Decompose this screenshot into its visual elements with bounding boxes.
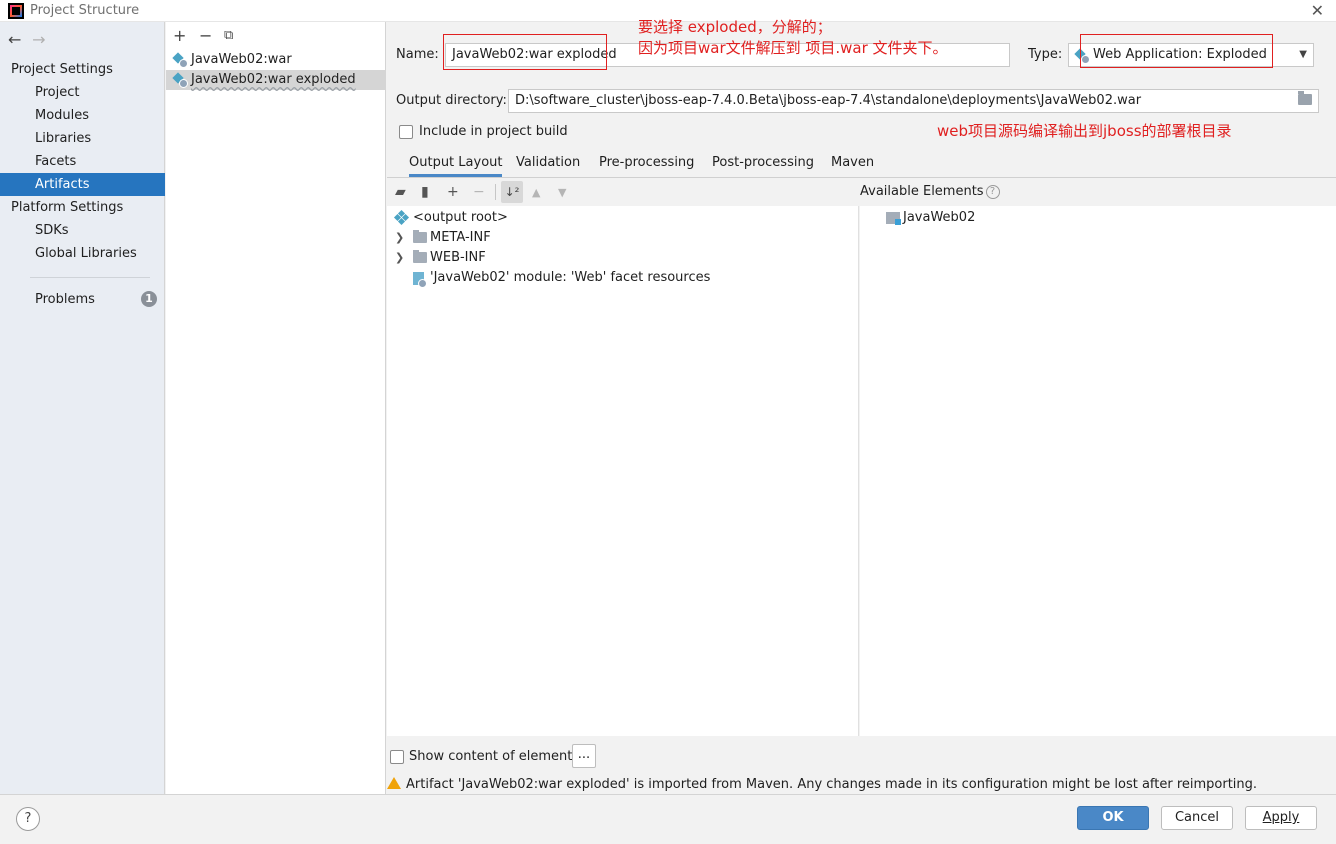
close-icon[interactable]: ✕	[1311, 1, 1324, 20]
window-title: Project Structure	[30, 3, 140, 18]
show-content-options-button[interactable]: ...	[572, 744, 596, 768]
remove-element-icon[interactable]: −	[473, 184, 485, 200]
sort-elements-icon[interactable]: ↓²	[501, 181, 523, 203]
ok-button[interactable]: OK	[1077, 806, 1149, 830]
move-up-icon[interactable]: ▲	[532, 186, 540, 199]
available-elements-label: Available Elements	[860, 184, 984, 199]
web-app-icon	[1075, 49, 1090, 64]
tree-row-label: WEB-INF	[430, 250, 486, 265]
chevron-right-icon[interactable]: ❯	[395, 228, 404, 248]
folder-icon	[413, 230, 427, 243]
tree-row-output-root[interactable]: <output root>	[387, 208, 859, 228]
output-directory-input[interactable]: D:\software_cluster\jboss-eap-7.4.0.Beta…	[508, 89, 1319, 113]
artifact-item-war-exploded[interactable]: JavaWeb02:war exploded	[166, 70, 386, 90]
war-artifact-icon	[173, 53, 188, 68]
nav-item-problems[interactable]: Problems 1	[0, 288, 165, 311]
nav-history: ← →	[8, 30, 52, 49]
type-select-value: Web Application: Exploded	[1093, 47, 1267, 62]
copy-artifact-icon[interactable]: ⧉	[224, 28, 233, 43]
new-directory-icon[interactable]: ▰	[395, 184, 406, 200]
new-archive-icon[interactable]: ▮	[421, 184, 429, 200]
include-in-build-label: Include in project build	[419, 124, 568, 139]
back-arrow-icon[interactable]: ←	[8, 30, 28, 49]
artifact-tabs: Output Layout Validation Pre-processing …	[387, 152, 1336, 178]
annotation-line-3: web项目源码编译输出到jboss的部署根目录	[937, 122, 1232, 140]
nav-item-modules[interactable]: Modules	[0, 104, 165, 127]
nav-item-global-libraries[interactable]: Global Libraries	[0, 242, 165, 265]
output-directory-label: Output directory:	[396, 93, 507, 108]
nav-item-sdks[interactable]: SDKs	[0, 219, 165, 242]
tab-pre-processing[interactable]: Pre-processing	[599, 155, 694, 174]
warning-icon	[387, 777, 401, 789]
output-root-icon	[393, 209, 410, 226]
nav-item-libraries[interactable]: Libraries	[0, 127, 165, 150]
nav-divider	[30, 277, 150, 278]
available-item-label: JavaWeb02	[903, 210, 976, 225]
artifacts-toolbar: + − ⧉	[166, 22, 386, 50]
show-content-label: Show content of elements	[409, 749, 580, 764]
left-navigation: ← → Project Settings Project Modules Lib…	[0, 22, 165, 794]
available-item-javaweb02[interactable]: JavaWeb02	[860, 208, 1332, 228]
forward-arrow-icon[interactable]: →	[32, 30, 52, 49]
available-elements-tree: JavaWeb02	[860, 206, 1336, 736]
web-facet-resources-icon	[413, 272, 427, 288]
platform-settings-header: Platform Settings	[11, 200, 124, 215]
problems-label: Problems	[35, 292, 95, 307]
remove-artifact-icon[interactable]: −	[199, 26, 212, 45]
problems-count-badge: 1	[141, 291, 157, 307]
include-in-build-checkbox[interactable]	[399, 125, 413, 139]
chevron-right-icon[interactable]: ❯	[395, 248, 404, 268]
nav-item-project[interactable]: Project	[0, 81, 165, 104]
artifact-item-label: JavaWeb02:war	[191, 52, 292, 67]
tree-row-web-inf[interactable]: ❯ WEB-INF	[387, 248, 859, 268]
intellij-logo-icon	[8, 3, 24, 19]
dialog-button-bar: ? OK Cancel Apply	[0, 794, 1336, 844]
move-down-icon[interactable]: ▼	[558, 186, 566, 199]
available-elements-header: Available Elements?	[860, 178, 1336, 206]
war-exploded-artifact-icon	[173, 73, 188, 88]
tree-row-meta-inf[interactable]: ❯ META-INF	[387, 228, 859, 248]
artifact-item-label: JavaWeb02:war exploded	[191, 72, 356, 87]
tree-row-label: 'JavaWeb02' module: 'Web' facet resource…	[430, 270, 711, 285]
tree-row-label: <output root>	[413, 210, 508, 225]
project-settings-header: Project Settings	[11, 62, 113, 77]
add-artifact-icon[interactable]: +	[173, 26, 186, 45]
artifact-detail-panel: Name: JavaWeb02:war exploded Type: Web A…	[387, 18, 1336, 794]
output-directory-value: D:\software_cluster\jboss-eap-7.4.0.Beta…	[515, 93, 1142, 108]
output-layout-tree: <output root> ❯ META-INF ❯ WEB-INF 'Java…	[387, 206, 859, 736]
tree-row-facet-resources[interactable]: 'JavaWeb02' module: 'Web' facet resource…	[387, 268, 859, 288]
help-icon[interactable]: ?	[985, 184, 1000, 199]
cancel-button[interactable]: Cancel	[1161, 806, 1233, 830]
tab-output-layout[interactable]: Output Layout	[409, 155, 503, 177]
chevron-down-icon[interactable]: ▼	[1299, 44, 1307, 66]
name-label: Name:	[396, 47, 439, 62]
annotation-line-2: 因为项目war文件解压到 项目.war 文件夹下。	[638, 39, 948, 57]
apply-button[interactable]: Apply	[1245, 806, 1317, 830]
add-element-icon[interactable]: +	[447, 184, 459, 200]
nav-item-facets[interactable]: Facets	[0, 150, 165, 173]
toolbar-divider	[495, 184, 496, 200]
type-label: Type:	[1028, 47, 1063, 62]
layout-toolbar: ▰ ▮ + − ↓² ▲ ▼	[387, 178, 859, 206]
artifacts-panel: + − ⧉ JavaWeb02:war JavaWeb02:war explod…	[166, 22, 386, 794]
tab-maven[interactable]: Maven	[831, 155, 874, 174]
browse-folder-icon[interactable]	[1298, 91, 1312, 105]
tree-row-label: META-INF	[430, 230, 491, 245]
maven-import-warning: Artifact 'JavaWeb02:war exploded' is imp…	[406, 777, 1258, 792]
tab-post-processing[interactable]: Post-processing	[712, 155, 814, 174]
help-button[interactable]: ?	[16, 807, 40, 831]
annotation-line-1: 要选择 exploded，分解的；	[638, 18, 832, 36]
nav-item-artifacts[interactable]: Artifacts	[0, 173, 165, 196]
module-icon	[886, 212, 901, 225]
show-content-checkbox[interactable]	[390, 750, 404, 764]
artifact-item-war[interactable]: JavaWeb02:war	[166, 50, 386, 70]
folder-icon	[413, 250, 427, 263]
tab-validation[interactable]: Validation	[516, 155, 580, 174]
type-select[interactable]: Web Application: Exploded ▼	[1068, 43, 1314, 67]
